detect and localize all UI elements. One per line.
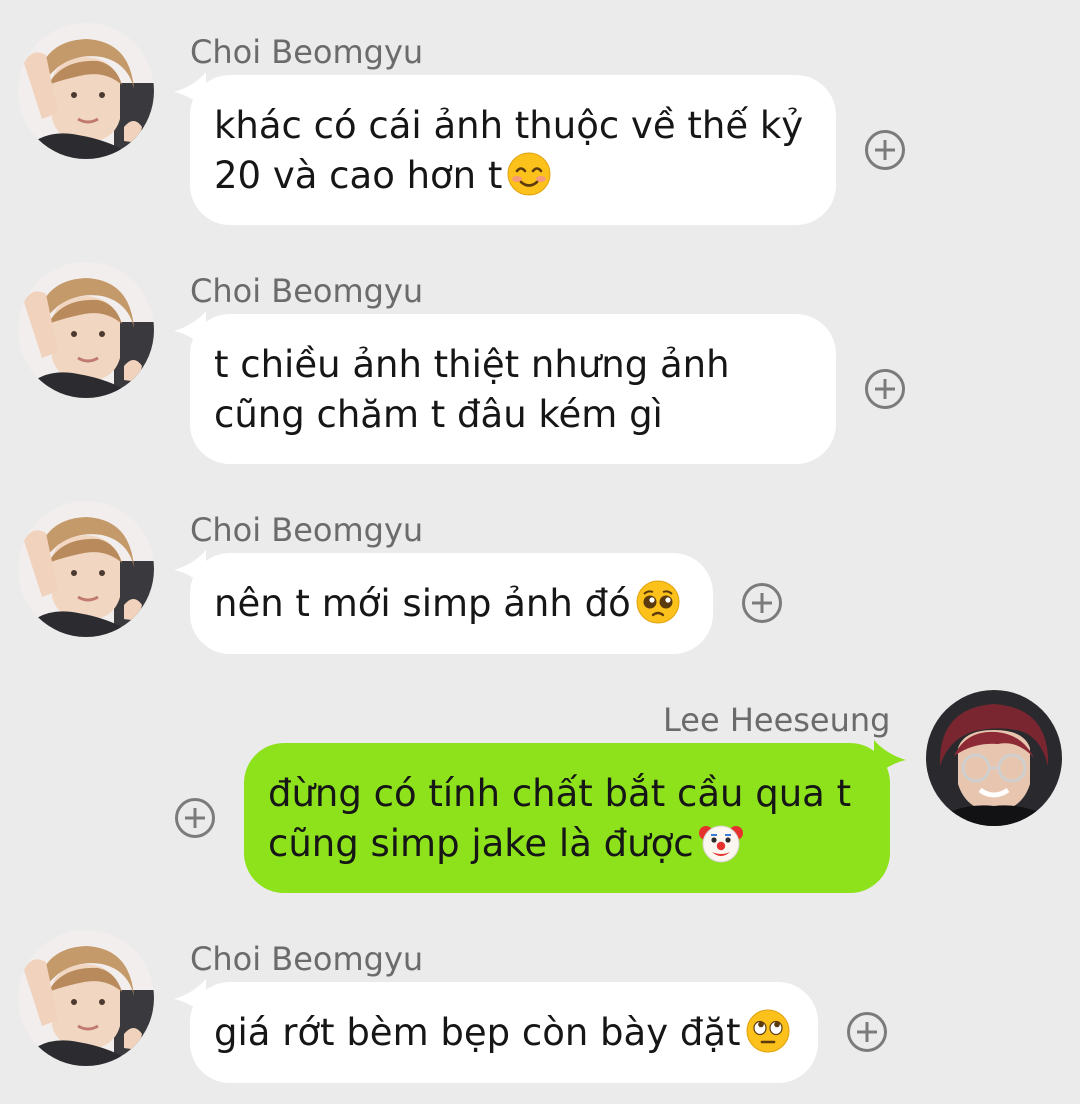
message-bubble[interactable]: t chiều ảnh thiệt nhưng ảnh cũng chăm t …: [190, 314, 836, 464]
sender-name: Lee Heeseung: [663, 701, 891, 739]
message-text: giá rớt bèm bẹp còn bày đặt: [214, 1011, 741, 1054]
pleading-face-emoji: [635, 579, 681, 625]
message-text: nên t mới simp ảnh đó: [214, 582, 631, 625]
avatar-lee-heeseung[interactable]: [926, 690, 1062, 826]
smiling-face-with-smiling-eyes-emoji: [506, 151, 552, 197]
add-reaction-button[interactable]: [865, 369, 905, 409]
face-with-rolling-eyes-emoji: [745, 1008, 791, 1054]
message-bubble[interactable]: khác có cái ảnh thuộc về thế kỷ 20 và ca…: [190, 75, 836, 225]
message-text: 20 và cao hơn t: [214, 154, 503, 197]
add-reaction-button[interactable]: [865, 130, 905, 170]
add-reaction-button[interactable]: [175, 798, 215, 838]
message-text: cũng chăm t đâu kém gì: [214, 393, 663, 436]
add-reaction-button[interactable]: [847, 1012, 887, 1052]
avatar-choi-beomgyu[interactable]: [18, 930, 154, 1066]
message-text: khác có cái ảnh thuộc về thế kỷ: [214, 104, 804, 147]
message-text: cũng simp jake là được: [268, 822, 694, 865]
sender-name: Choi Beomgyu: [190, 511, 424, 549]
sender-name: Choi Beomgyu: [190, 940, 424, 978]
message-bubble[interactable]: nên t mới simp ảnh đó: [190, 553, 713, 654]
add-reaction-button[interactable]: [742, 583, 782, 623]
avatar-choi-beomgyu[interactable]: [18, 501, 154, 637]
avatar-choi-beomgyu[interactable]: [18, 23, 154, 159]
message-text: đừng có tính chất bắt cầu qua t: [268, 772, 852, 815]
message-bubble[interactable]: đừng có tính chất bắt cầu qua t cũng sim…: [244, 743, 890, 893]
clown-face-emoji: [698, 819, 744, 865]
avatar-choi-beomgyu[interactable]: [18, 262, 154, 398]
message-bubble[interactable]: giá rớt bèm bẹp còn bày đặt: [190, 982, 818, 1083]
sender-name: Choi Beomgyu: [190, 272, 424, 310]
sender-name: Choi Beomgyu: [190, 33, 424, 71]
message-text: t chiều ảnh thiệt nhưng ảnh: [214, 343, 730, 386]
